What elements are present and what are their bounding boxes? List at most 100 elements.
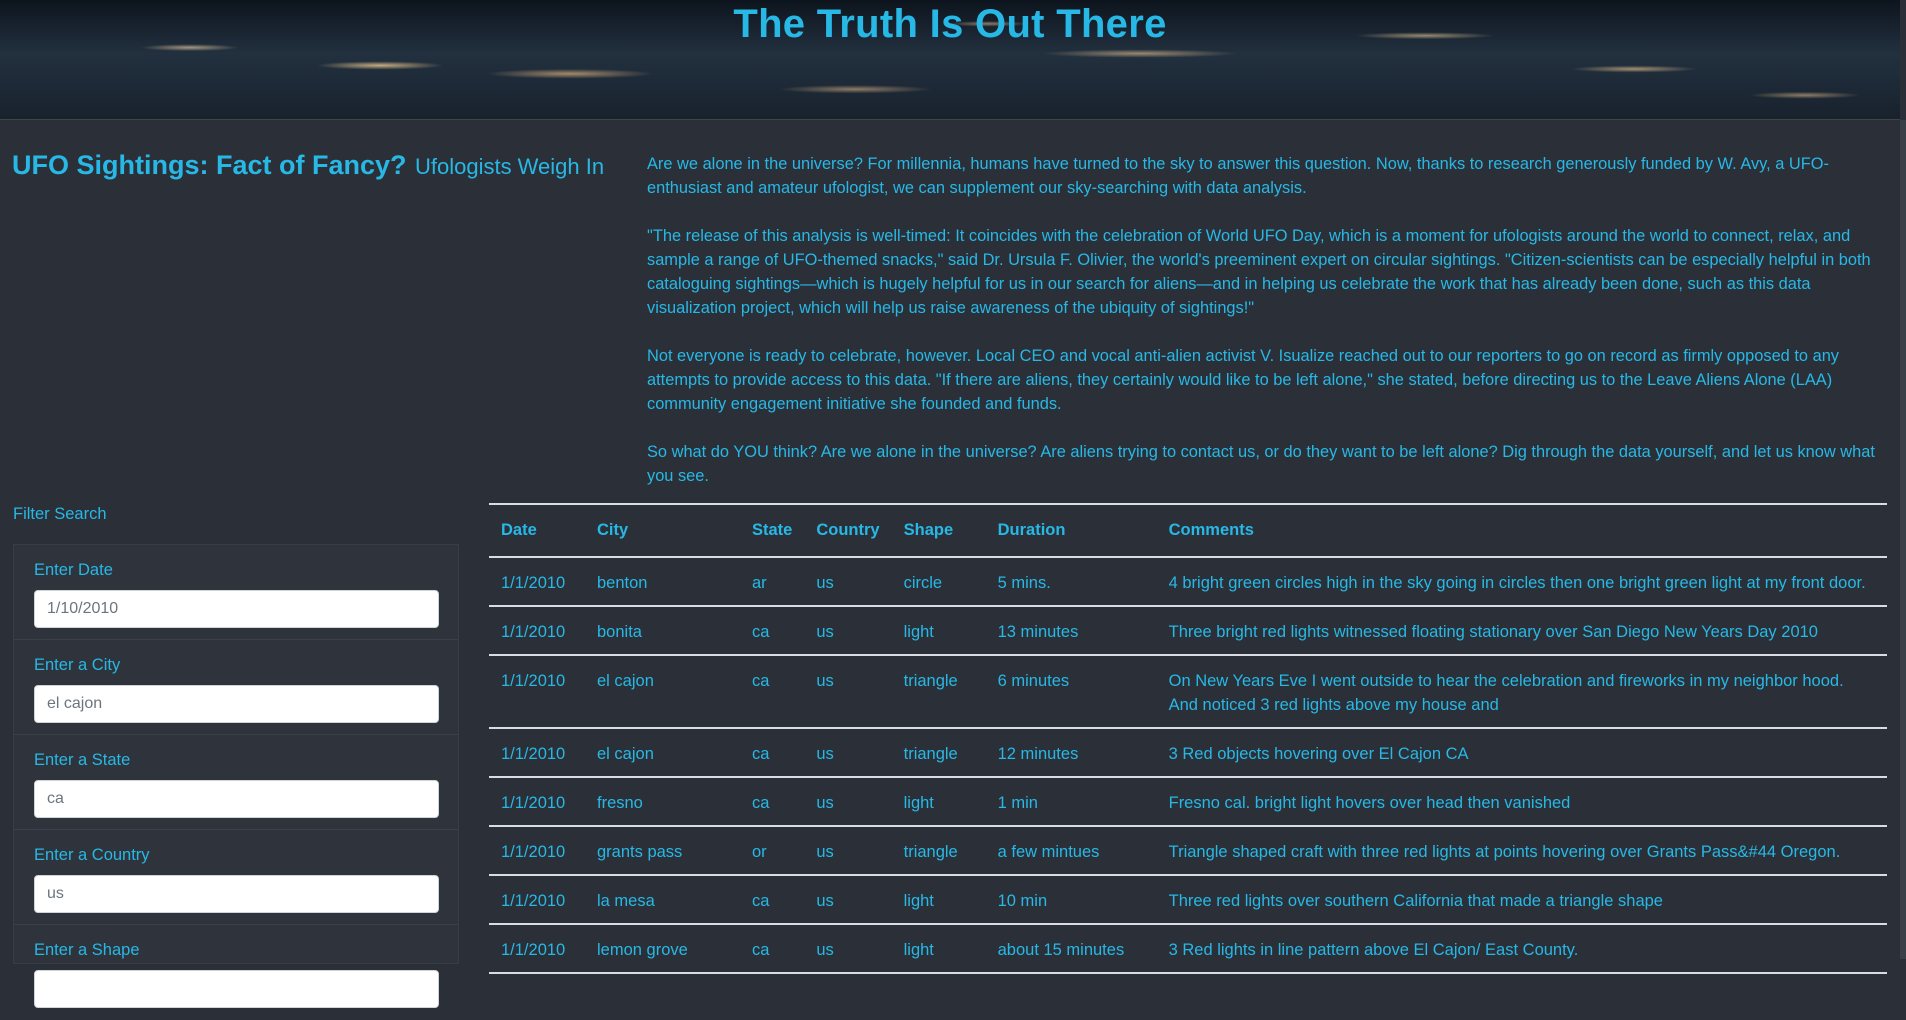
cell-duration: about 15 minutes bbox=[997, 941, 1125, 959]
ufo-sightings-table: Date City State Country Shape Duration C… bbox=[489, 503, 1887, 974]
cell-comments: 3 Red objects hovering over El Cajon CA bbox=[1168, 745, 1469, 763]
table-row: 1/1/2010 bonita ca us light 13 minutes T… bbox=[489, 606, 1887, 655]
filter-group-city: Enter a City bbox=[14, 640, 458, 735]
cell-country: us bbox=[816, 623, 834, 641]
cell-comments: Three bright red lights witnessed floati… bbox=[1168, 623, 1818, 641]
filter-group-country: Enter a Country bbox=[14, 830, 458, 925]
cell-country: us bbox=[816, 574, 834, 592]
cell-duration: 1 min bbox=[997, 794, 1038, 812]
cell-date: 1/1/2010 bbox=[501, 941, 566, 959]
column-header-shape[interactable]: Shape bbox=[892, 504, 986, 557]
table-row: 1/1/2010 lemon grove ca us light about 1… bbox=[489, 924, 1887, 973]
table-header-row: Date City State Country Shape Duration C… bbox=[489, 504, 1887, 557]
cell-city: la mesa bbox=[597, 892, 655, 910]
filter-group-date: Enter Date bbox=[14, 545, 458, 640]
article-paragraph: Are we alone in the universe? For millen… bbox=[647, 155, 1829, 197]
country-filter-label: Enter a Country bbox=[34, 846, 150, 864]
page-title: The Truth Is Out There bbox=[733, 2, 1167, 46]
cell-date: 1/1/2010 bbox=[501, 794, 566, 812]
cell-state: ca bbox=[752, 941, 770, 959]
cell-comments: On New Years Eve I went outside to hear … bbox=[1168, 672, 1844, 714]
filter-group-state: Enter a State bbox=[14, 735, 458, 830]
cell-shape: circle bbox=[903, 574, 943, 592]
table-row: 1/1/2010 benton ar us circle 5 mins. 4 b… bbox=[489, 557, 1887, 606]
shape-filter-label: Enter a Shape bbox=[34, 941, 140, 959]
cell-duration: 5 mins. bbox=[997, 574, 1051, 592]
cell-state: ca bbox=[752, 623, 770, 641]
cell-comments: 3 Red lights in line pattern above El Ca… bbox=[1168, 941, 1579, 959]
filter-search-heading: Filter Search bbox=[13, 505, 107, 523]
article-paragraph: So what do YOU think? Are we alone in th… bbox=[647, 443, 1875, 485]
cell-country: us bbox=[816, 843, 834, 861]
cell-shape: triangle bbox=[903, 745, 958, 763]
cell-state: or bbox=[752, 843, 767, 861]
cell-date: 1/1/2010 bbox=[501, 745, 566, 763]
cell-date: 1/1/2010 bbox=[501, 574, 566, 592]
shape-filter-input[interactable] bbox=[34, 970, 439, 1008]
intro-title: UFO Sightings: Fact of Fancy? bbox=[12, 150, 407, 180]
filter-group-shape: Enter a Shape bbox=[14, 925, 458, 1020]
page-scrollbar[interactable] bbox=[1900, 120, 1906, 959]
cell-duration: 6 minutes bbox=[997, 672, 1070, 690]
cell-shape: light bbox=[903, 623, 934, 641]
cell-shape: light bbox=[903, 892, 934, 910]
cell-comments: Triangle shaped craft with three red lig… bbox=[1168, 843, 1841, 861]
cell-city: grants pass bbox=[597, 843, 683, 861]
column-header-comments[interactable]: Comments bbox=[1157, 504, 1887, 557]
cell-city: benton bbox=[597, 574, 648, 592]
city-filter-label: Enter a City bbox=[34, 656, 121, 674]
cell-state: ar bbox=[752, 574, 767, 592]
cell-state: ca bbox=[752, 745, 770, 763]
cell-comments: 4 bright green circles high in the sky g… bbox=[1168, 574, 1866, 592]
cell-comments: Fresno cal. bright light hovers over hea… bbox=[1168, 794, 1571, 812]
table-row: 1/1/2010 el cajon ca us triangle 12 minu… bbox=[489, 728, 1887, 777]
cell-city: fresno bbox=[597, 794, 643, 812]
cell-comments: Three red lights over southern Californi… bbox=[1168, 892, 1663, 910]
cell-shape: light bbox=[903, 794, 934, 812]
cell-state: ca bbox=[752, 794, 770, 812]
column-header-state[interactable]: State bbox=[740, 504, 804, 557]
cell-country: us bbox=[816, 892, 834, 910]
date-filter-label: Enter Date bbox=[34, 561, 113, 579]
cell-shape: triangle bbox=[903, 843, 958, 861]
column-header-duration[interactable]: Duration bbox=[986, 504, 1157, 557]
cell-city: lemon grove bbox=[597, 941, 688, 959]
cell-date: 1/1/2010 bbox=[501, 672, 566, 690]
column-header-date[interactable]: Date bbox=[489, 504, 585, 557]
cell-duration: 13 minutes bbox=[997, 623, 1079, 641]
cell-duration: 10 min bbox=[997, 892, 1048, 910]
cell-shape: light bbox=[903, 941, 934, 959]
state-filter-label: Enter a State bbox=[34, 751, 131, 769]
cell-country: us bbox=[816, 745, 834, 763]
date-filter-input[interactable] bbox=[34, 590, 439, 628]
city-filter-input[interactable] bbox=[34, 685, 439, 723]
cell-date: 1/1/2010 bbox=[501, 843, 566, 861]
article-paragraph: Not everyone is ready to celebrate, howe… bbox=[647, 347, 1840, 413]
article-body: Are we alone in the universe? For millen… bbox=[647, 152, 1887, 512]
cell-duration: a few mintues bbox=[997, 843, 1100, 861]
cell-shape: triangle bbox=[903, 672, 958, 690]
table-row: 1/1/2010 fresno ca us light 1 min Fresno… bbox=[489, 777, 1887, 826]
intro-subtitle: Ufologists Weigh In bbox=[414, 154, 605, 179]
column-header-city[interactable]: City bbox=[585, 504, 740, 557]
column-header-country[interactable]: Country bbox=[804, 504, 891, 557]
article-paragraph: "The release of this analysis is well-ti… bbox=[647, 227, 1871, 317]
filter-panel: Enter Date Enter a City Enter a State En… bbox=[13, 544, 459, 1008]
cell-state: ca bbox=[752, 672, 770, 690]
cell-city: el cajon bbox=[597, 672, 654, 690]
cell-country: us bbox=[816, 672, 834, 690]
intro-heading: UFO Sightings: Fact of Fancy? Ufologists… bbox=[12, 150, 612, 181]
cell-duration: 12 minutes bbox=[997, 745, 1079, 763]
cell-country: us bbox=[816, 941, 834, 959]
cell-city: bonita bbox=[597, 623, 642, 641]
cell-date: 1/1/2010 bbox=[501, 892, 566, 910]
cell-state: ca bbox=[752, 892, 770, 910]
state-filter-input[interactable] bbox=[34, 780, 439, 818]
table-row: 1/1/2010 la mesa ca us light 10 min Thre… bbox=[489, 875, 1887, 924]
cell-country: us bbox=[816, 794, 834, 812]
cell-date: 1/1/2010 bbox=[501, 623, 566, 641]
hero-banner: The Truth Is Out There bbox=[0, 0, 1900, 120]
cell-city: el cajon bbox=[597, 745, 654, 763]
country-filter-input[interactable] bbox=[34, 875, 439, 913]
table-row: 1/1/2010 grants pass or us triangle a fe… bbox=[489, 826, 1887, 875]
